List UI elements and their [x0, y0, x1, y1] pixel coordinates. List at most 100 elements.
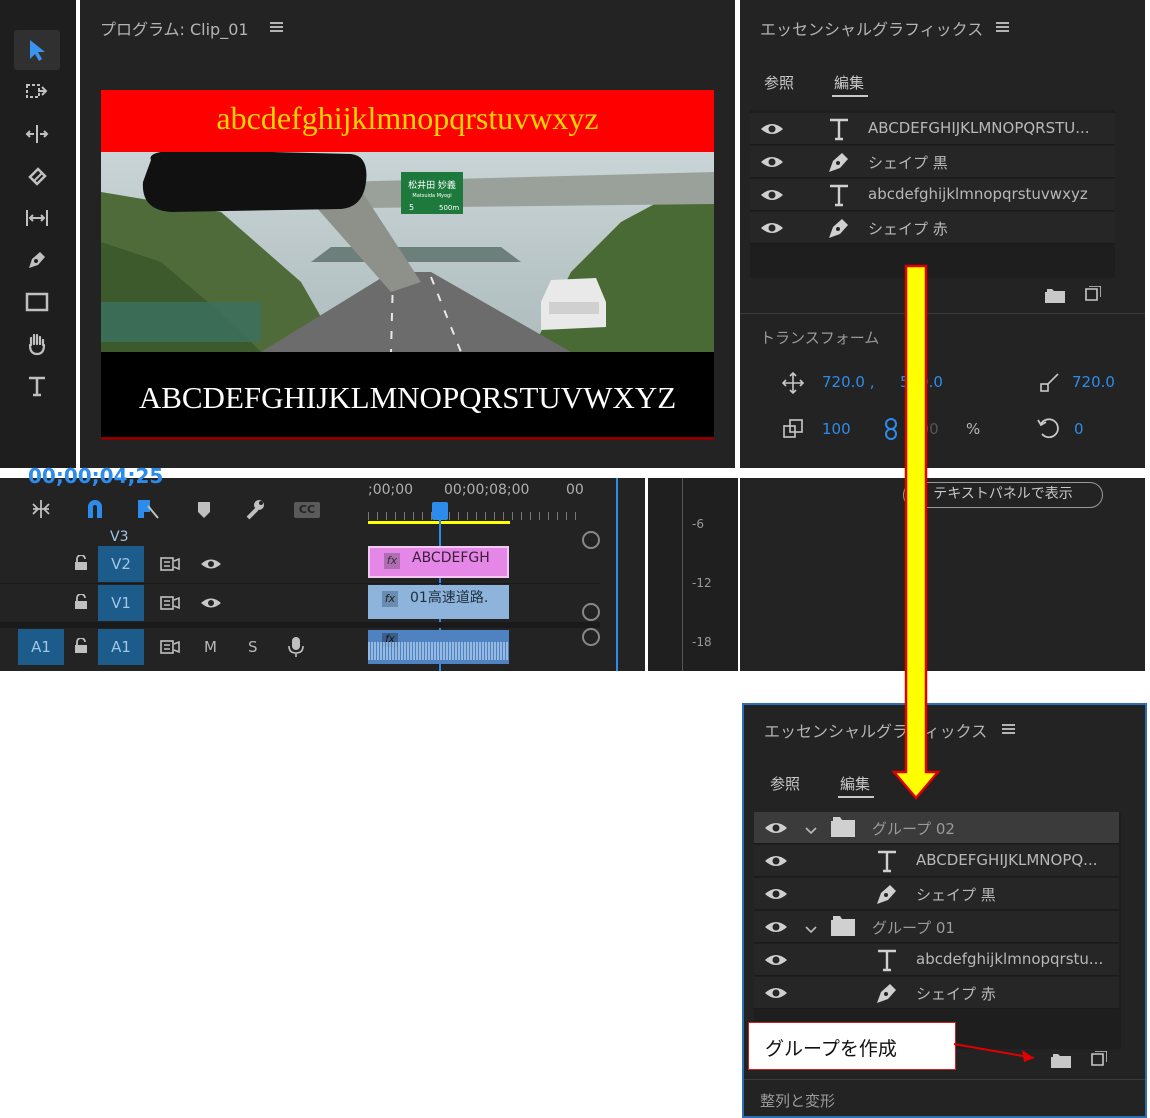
solo-button[interactable]: S: [248, 638, 258, 656]
eg-bottom-title: エッセンシャルグラフィックス: [764, 722, 988, 741]
clip-v1[interactable]: fx 01高速道路.: [368, 585, 509, 619]
track-target-a1[interactable]: A1: [98, 629, 144, 665]
percent-label: %: [966, 420, 981, 438]
visibility-eye-icon[interactable]: [760, 154, 784, 170]
visibility-eye-icon[interactable]: [764, 952, 788, 968]
razor-tool-icon[interactable]: [14, 156, 60, 196]
captions-icon[interactable]: CC: [294, 502, 320, 518]
layer-row[interactable]: シェイプ 赤: [750, 212, 1115, 244]
clip-a1[interactable]: fx: [368, 630, 509, 664]
video-preview[interactable]: abcdefghijklmnopqrstuvwxyz 松井田 妙義 Matsui…: [101, 90, 714, 440]
ruler-label-3: 00: [566, 482, 584, 498]
layer-group-row[interactable]: グループ 02: [754, 812, 1119, 844]
eg-top-tab-browse[interactable]: 参照: [764, 72, 794, 93]
new-group-icon[interactable]: [1045, 288, 1065, 303]
visibility-eye-icon[interactable]: [764, 820, 788, 836]
timeline-right-border: [616, 478, 618, 671]
visibility-eye-icon[interactable]: [764, 919, 788, 935]
eg-top-menu-icon[interactable]: [996, 22, 1009, 32]
layer-label: シェイプ 赤: [916, 985, 996, 1003]
anchor-icon: [1038, 372, 1060, 394]
visibility-eye-icon[interactable]: [764, 853, 788, 869]
layer-label: シェイプ 黒: [868, 154, 948, 172]
slip-tool-icon[interactable]: [14, 198, 60, 238]
sync-lock-icon[interactable]: [160, 556, 180, 575]
layer-row[interactable]: ABCDEFGHIJKLMNOPQRSTU...: [750, 113, 1115, 145]
scroll-handle-icon[interactable]: [582, 603, 600, 621]
visibility-eye-icon[interactable]: [764, 886, 788, 902]
layer-label: ABCDEFGHIJKLMNOPQ...: [916, 851, 1098, 869]
linked-selection-icon[interactable]: [136, 498, 160, 520]
track-select-tool-icon[interactable]: [14, 72, 60, 112]
eg-bottom-tab-edit[interactable]: 編集: [840, 773, 870, 794]
chevron-down-icon[interactable]: [804, 822, 818, 840]
rotation-icon: [1036, 416, 1060, 440]
anchor-x-value[interactable]: 720.0: [1072, 373, 1145, 391]
pen-tool-icon[interactable]: [14, 240, 60, 280]
position-x-value[interactable]: 720.0 ,: [822, 373, 874, 391]
create-group-callout: グループを作成: [748, 1022, 956, 1070]
shape-pen-icon: [874, 881, 900, 907]
wrench-icon[interactable]: [244, 498, 266, 520]
hand-tool-icon[interactable]: [14, 324, 60, 364]
new-layer-icon[interactable]: [1085, 285, 1102, 302]
eg-top-tab-edit[interactable]: 編集: [834, 72, 864, 93]
scroll-handle-icon[interactable]: [582, 531, 600, 549]
layer-row[interactable]: シェイプ 赤: [754, 977, 1119, 1009]
microphone-icon[interactable]: [288, 636, 304, 662]
rectangle-tool-icon[interactable]: [14, 282, 60, 322]
clip-v1-label: 01高速道路.: [410, 590, 489, 606]
clip-v2[interactable]: fx ABCDEFGH: [368, 546, 509, 578]
layer-row[interactable]: シェイプ 黒: [754, 878, 1119, 910]
layer-row[interactable]: ABCDEFGHIJKLMNOPQ...: [754, 845, 1119, 877]
callout-arrow: [953, 1043, 1035, 1062]
selection-tool-icon[interactable]: [14, 30, 60, 70]
sync-lock-icon[interactable]: [160, 639, 180, 658]
layer-group-row[interactable]: グループ 01: [754, 911, 1119, 943]
layer-label: シェイプ 赤: [868, 220, 948, 238]
add-marker-icon[interactable]: [196, 500, 212, 520]
layer-row[interactable]: abcdefghijklmnopqrstuvwxyz: [750, 179, 1115, 211]
program-monitor-menu-icon[interactable]: [270, 22, 283, 32]
new-layer-icon[interactable]: [1091, 1050, 1108, 1067]
scale-value[interactable]: 100: [822, 420, 851, 438]
ripple-edit-tool-icon[interactable]: [14, 114, 60, 154]
visibility-eye-icon[interactable]: [760, 220, 784, 236]
eg-bottom-tab-browse[interactable]: 参照: [770, 773, 800, 794]
type-tool-icon[interactable]: [14, 366, 60, 406]
timeline-toolbar: CC: [0, 478, 360, 526]
visibility-eye-icon[interactable]: [760, 187, 784, 203]
track-visibility-eye-icon[interactable]: [200, 556, 222, 575]
layer-label: シェイプ 黒: [916, 886, 996, 904]
eg-bottom-menu-icon[interactable]: [1002, 724, 1015, 734]
insert-sequence-icon[interactable]: [30, 498, 52, 520]
position-icon: [781, 371, 805, 395]
align-transform-section-label: 整列と変形: [760, 1092, 836, 1110]
chevron-down-icon[interactable]: [804, 921, 818, 939]
ruler-ticks: [368, 512, 578, 520]
layer-row[interactable]: abcdefghijklmnopqrstu...: [754, 944, 1119, 976]
audio-waveform: [368, 642, 509, 660]
lock-icon[interactable]: [74, 554, 88, 575]
mute-button[interactable]: M: [204, 638, 217, 656]
track-visibility-eye-icon[interactable]: [200, 595, 222, 614]
lock-icon[interactable]: [74, 637, 88, 658]
ruler-label-1: ;00;00: [368, 482, 414, 498]
sign-text-3: 5: [409, 203, 414, 212]
visibility-eye-icon[interactable]: [764, 985, 788, 1001]
new-group-icon[interactable]: [1051, 1053, 1071, 1068]
source-patch-a1[interactable]: A1: [18, 629, 64, 665]
scroll-handle-icon[interactable]: [582, 628, 600, 646]
visibility-eye-icon[interactable]: [760, 121, 784, 137]
snap-icon[interactable]: [84, 498, 106, 520]
rotation-value[interactable]: 0: [1074, 420, 1084, 438]
track-target-v2[interactable]: V2: [98, 546, 144, 582]
track-row-v2: [0, 545, 600, 584]
timeline-ruler: ;00;00 00;00;08;00 00: [364, 478, 584, 524]
track-target-v1[interactable]: V1: [98, 585, 144, 621]
lock-icon[interactable]: [74, 593, 88, 614]
meter-label: -18: [692, 635, 712, 649]
sync-lock-icon[interactable]: [160, 595, 180, 614]
layer-row[interactable]: シェイプ 黒: [750, 146, 1115, 178]
text-layer-icon: [874, 848, 900, 874]
